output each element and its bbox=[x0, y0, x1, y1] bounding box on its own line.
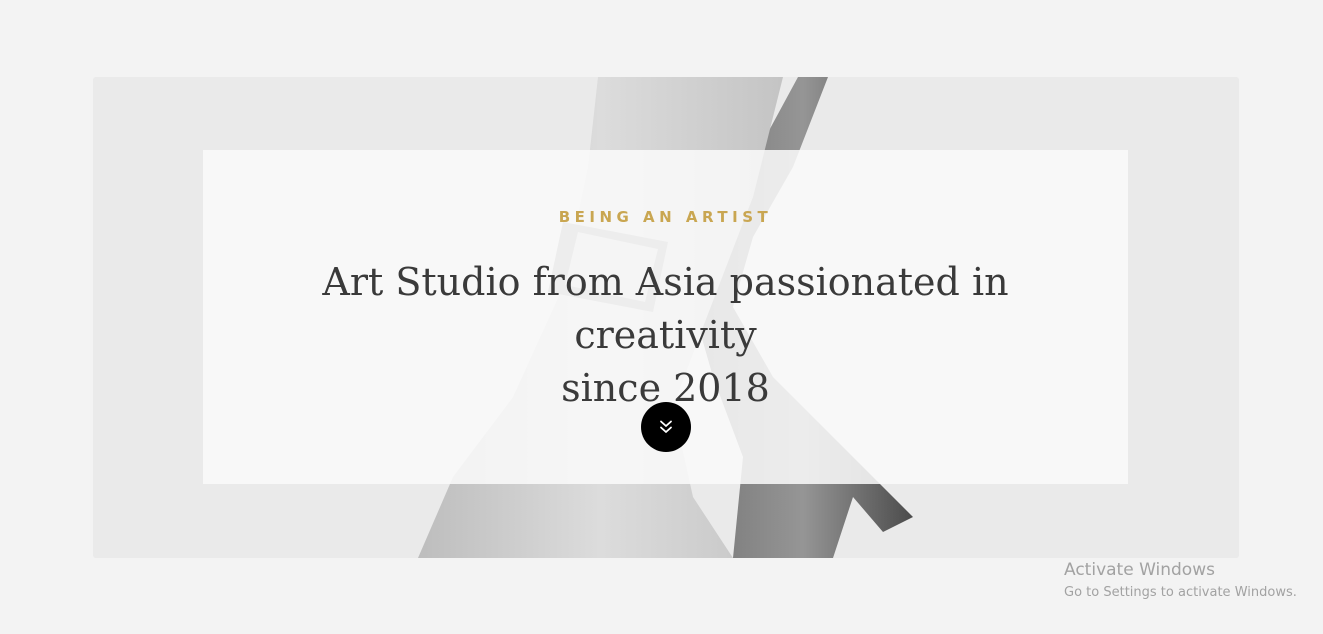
hero-kicker: BEING AN ARTIST bbox=[558, 208, 773, 226]
hero-section: BEING AN ARTIST Art Studio from Asia pas… bbox=[93, 77, 1239, 558]
hero-headline-line-1: Art Studio from Asia passionated in crea… bbox=[322, 260, 1009, 357]
activate-windows-watermark: Activate Windows Go to Settings to activ… bbox=[1064, 559, 1297, 604]
double-chevron-down-icon bbox=[660, 420, 672, 433]
hero-headline: Art Studio from Asia passionated in crea… bbox=[243, 256, 1088, 415]
watermark-subtitle: Go to Settings to activate Windows. bbox=[1064, 585, 1297, 600]
watermark-title: Activate Windows bbox=[1064, 560, 1215, 580]
hero-text-panel: BEING AN ARTIST Art Studio from Asia pas… bbox=[203, 150, 1128, 484]
scroll-down-button[interactable] bbox=[641, 402, 691, 452]
